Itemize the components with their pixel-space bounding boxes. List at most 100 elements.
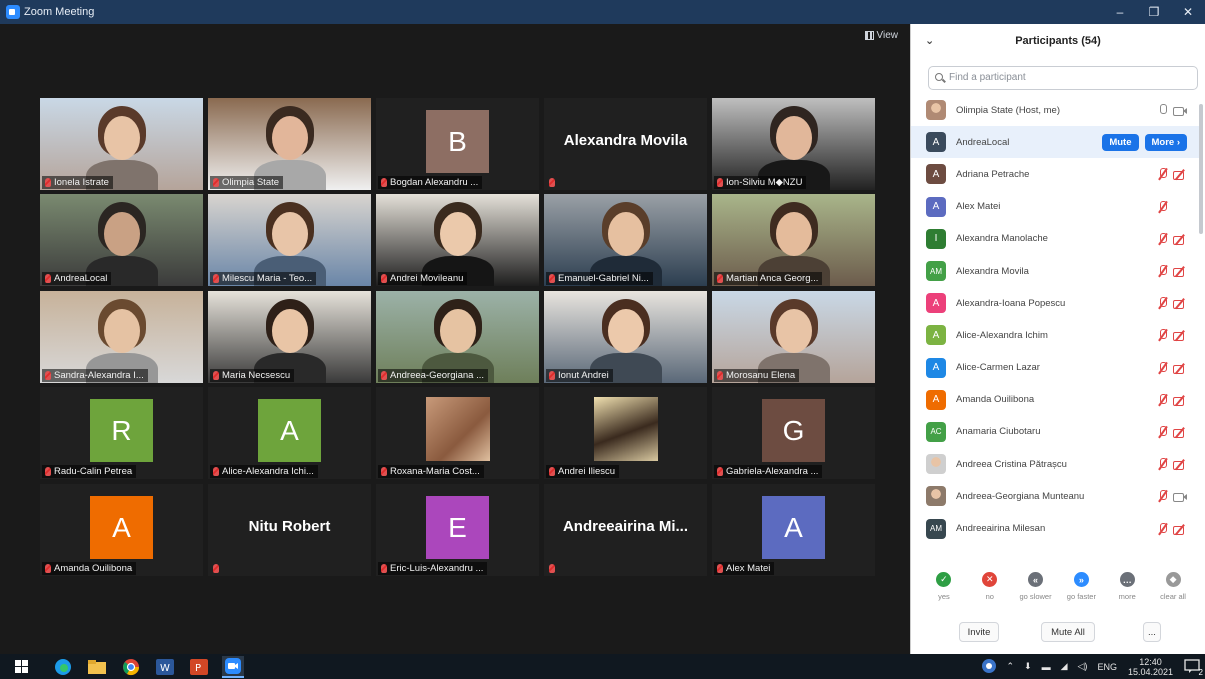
video-tile[interactable]: G Gabriela-Alexandra ... [712,387,875,479]
participant-row[interactable]: A Alexandra-Ioana Popescu [911,287,1201,319]
mic-muted-icon[interactable] [1158,361,1167,374]
mic-icon[interactable] [1158,104,1167,116]
video-off-icon[interactable] [1173,459,1187,471]
video-tile[interactable]: Andreea-Georgiana ... [376,291,539,383]
mic-muted-icon[interactable] [1158,329,1167,341]
video-tile[interactable]: E Eric-Luis-Alexandru ... [376,484,539,576]
more-options-button[interactable]: ... [1143,622,1161,642]
video-tile[interactable]: Ionela Istrate [40,98,203,190]
zoom-taskbar-button[interactable] [222,655,244,678]
video-tile[interactable]: B Bogdan Alexandru ... [376,98,539,190]
show-hidden-icons-chevron-icon[interactable]: ⌃ [1007,661,1015,672]
mic-muted-icon[interactable] [1158,200,1167,213]
video-tile[interactable]: A Amanda Ouilibona [40,484,203,576]
word-taskbar-button[interactable]: W [154,656,176,678]
participant-row[interactable]: AM Andreeairina Milesan [911,512,1201,544]
battery-icon[interactable]: ▬ [1042,662,1051,672]
participant-row[interactable]: I Alexandra Manolache [911,223,1201,255]
video-tile[interactable]: Olimpia State [208,98,371,190]
video-off-icon[interactable] [1173,266,1187,278]
mute-participant-button[interactable]: Mute [1102,133,1139,151]
volume-icon[interactable]: ◁) [1078,661,1088,672]
mic-muted-icon[interactable] [1158,522,1167,535]
close-button[interactable]: ✕ [1171,0,1205,24]
video-tile[interactable]: Roxana-Maria Cost... [376,387,539,479]
reaction-button[interactable]: … more [1107,572,1147,612]
video-tile[interactable]: Maria Necsescu [208,291,371,383]
minimize-button[interactable]: – [1103,0,1137,24]
video-off-icon[interactable] [1173,524,1187,535]
edge-taskbar-button[interactable] [52,656,74,678]
participant-row[interactable]: Andreea Cristina Pătrașcu [911,448,1201,480]
video-tile[interactable]: Nitu Robert [208,484,371,576]
video-tile[interactable]: Alexandra Movila [544,98,707,190]
video-tile[interactable]: Morosanu Elena [712,291,875,383]
mute-all-button[interactable]: Mute All [1041,622,1095,642]
participant-row[interactable]: A Alice-Carmen Lazar [911,352,1201,384]
reaction-button[interactable]: ◆ clear all [1153,572,1193,612]
mic-muted-icon[interactable] [1158,458,1167,470]
participant-row[interactable]: AM Alexandra Movila [911,255,1201,287]
participant-row[interactable]: Andreea-Georgiana Munteanu [911,480,1201,512]
video-icon[interactable] [1173,105,1187,117]
participant-list-scrollbar[interactable] [1199,104,1203,234]
mic-muted-icon[interactable] [1158,425,1167,438]
video-tile[interactable]: Emanuel-Gabriel Ni... [544,194,707,286]
video-tile[interactable]: R Radu-Calin Petrea [40,387,203,479]
language-indicator[interactable]: ENG [1097,662,1117,672]
video-tile[interactable]: Milescu Maria - Teo... [208,194,371,286]
mic-muted-icon[interactable] [1158,265,1167,277]
participant-row[interactable]: A Alex Matei [911,191,1201,223]
participant-row[interactable]: A AndreaLocal Mute More › [911,126,1201,159]
view-button[interactable]: View [864,30,898,41]
video-tile[interactable]: Ionut Andrei [544,291,707,383]
video-off-icon[interactable] [1173,169,1187,181]
video-off-icon[interactable] [1173,427,1187,438]
powerpoint-taskbar-button[interactable]: P [188,656,210,678]
video-tile[interactable]: A Alex Matei [712,484,875,576]
video-off-icon[interactable] [1173,395,1187,406]
mic-muted-icon[interactable] [1158,297,1167,309]
invite-button[interactable]: Invite [959,622,999,642]
video-tile[interactable]: AndreaLocal [40,194,203,286]
clock[interactable]: 12:40 15.04.2021 [1128,657,1173,677]
video-tile[interactable]: Andrei Movileanu [376,194,539,286]
reaction-button[interactable]: ✕ no [970,572,1010,612]
participant-row[interactable]: A Adriana Petrache [911,158,1201,190]
video-off-icon[interactable] [1173,363,1187,374]
mic-muted-icon[interactable] [1158,232,1167,245]
maximize-button[interactable]: ❐ [1137,0,1171,24]
video-tile[interactable]: Andreeairina Mi... [544,484,707,576]
video-off-icon[interactable] [1173,298,1187,310]
reaction-button[interactable]: » go faster [1061,572,1101,612]
mic-muted-icon[interactable] [1158,168,1167,180]
video-tile[interactable]: Martian Anca Georg... [712,194,875,286]
video-icon[interactable] [1173,491,1187,503]
video-tile[interactable]: Ion-Silviu M◆NZU [712,98,875,190]
usb-icon[interactable]: ⬇ [1024,661,1032,672]
start-button[interactable] [10,656,32,678]
participant-row[interactable]: AC Anamaria Ciubotaru [911,416,1201,448]
store-icon[interactable] [981,658,997,676]
participant-avatar: AM [926,518,946,539]
mic-muted-icon[interactable] [1158,490,1167,502]
mic-muted-icon[interactable] [1158,393,1167,406]
search-participant-input[interactable]: Find a participant [928,66,1198,90]
video-tile[interactable]: A Alice-Alexandra Ichi... [208,387,371,479]
video-tile[interactable]: Andrei Iliescu [544,387,707,479]
tile-name-label: Sandra-Alexandra I... [42,369,148,382]
file-explorer-taskbar-button[interactable] [86,656,108,678]
participant-row[interactable]: Olimpia State (Host, me) [911,94,1201,126]
chrome-taskbar-button[interactable] [120,656,142,678]
reaction-button[interactable]: ✓ yes [924,572,964,612]
network-icon[interactable]: ◢ [1061,661,1068,672]
video-off-icon[interactable] [1173,234,1187,245]
more-participant-button[interactable]: More › [1144,133,1187,151]
participant-row[interactable]: A Amanda Ouilibona [911,384,1201,416]
video-off-icon[interactable] [1173,330,1187,342]
reaction-button[interactable]: « go slower [1016,572,1056,612]
video-tile[interactable]: Sandra-Alexandra I... [40,291,203,383]
notifications-icon[interactable]: 2 [1184,658,1203,677]
collapse-chevron-icon[interactable]: ⌄ [925,34,934,47]
participant-row[interactable]: A Alice-Alexandra Ichim [911,319,1201,351]
